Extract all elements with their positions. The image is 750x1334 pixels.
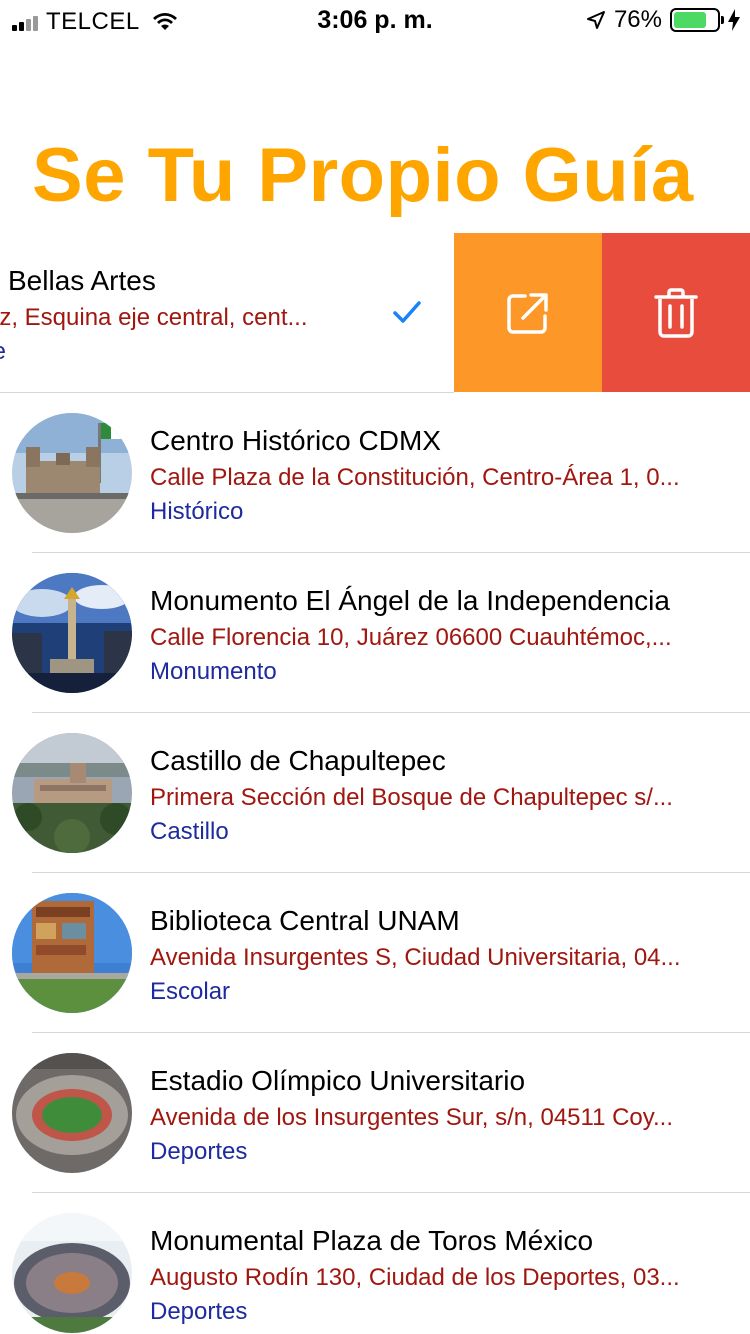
place-texts: Monumental Plaza de Toros México Augusto… — [150, 1223, 745, 1329]
cathedral-photo-icon — [12, 413, 132, 533]
list-item-castillo-chapultepec[interactable]: Castillo de Chapultepec Primera Sección … — [0, 713, 750, 873]
place-thumbnail — [12, 1213, 132, 1333]
place-category: Deportes — [150, 1138, 248, 1165]
battery-icon — [670, 8, 724, 32]
share-action-button[interactable] — [454, 233, 602, 392]
list-item-plaza-toros[interactable]: Monumental Plaza de Toros México Augusto… — [0, 1193, 750, 1334]
list-item-biblioteca-unam[interactable]: Biblioteca Central UNAM Avenida Insurgen… — [0, 873, 750, 1033]
place-address: rez, Esquina eje central, cent... — [0, 304, 308, 331]
place-address: Avenida de los Insurgentes Sur, s/n, 045… — [150, 1104, 673, 1131]
place-texts: Castillo de Chapultepec Primera Sección … — [150, 743, 745, 849]
list-item-angel-independencia[interactable]: Monumento El Ángel de la Independencia C… — [0, 553, 750, 713]
place-texts: Centro Histórico CDMX Calle Plaza de la … — [150, 423, 745, 529]
status-right: 76% — [586, 6, 740, 34]
place-texts: Monumento El Ángel de la Independencia C… — [150, 583, 745, 689]
monument-photo-icon — [12, 573, 132, 693]
places-list[interactable]: Bellas Artes rez, Esquina eje central, c… — [0, 233, 750, 1334]
place-thumbnail — [12, 893, 132, 1013]
list-item-centro-historico[interactable]: Centro Histórico CDMX Calle Plaza de la … — [0, 393, 750, 553]
checkmark-icon — [393, 301, 421, 323]
location-arrow-icon — [586, 11, 605, 29]
place-name: Centro Histórico CDMX — [150, 425, 441, 456]
place-address: Calle Plaza de la Constitución, Centro-Á… — [150, 464, 680, 491]
stadium-photo-icon — [12, 1053, 132, 1173]
place-category: Castillo — [150, 818, 229, 845]
place-category: Escolar — [150, 978, 231, 1005]
place-address: Augusto Rodín 130, Ciudad de los Deporte… — [150, 1264, 680, 1291]
place-category: rte — [0, 335, 378, 369]
place-thumbnail — [12, 733, 132, 853]
place-address: Primera Sección del Bosque de Chapultepe… — [150, 784, 673, 811]
place-name: Estadio Olímpico Universitario — [150, 1065, 526, 1096]
bullring-photo-icon — [12, 1213, 132, 1333]
battery-percentage: 76% — [613, 6, 662, 33]
place-name: Monumento El Ángel de la Independencia — [150, 585, 670, 616]
swiped-row-content[interactable]: Bellas Artes rez, Esquina eje central, c… — [0, 233, 454, 393]
status-bar: TELCEL 3:06 p. m. 76% — [0, 0, 750, 40]
place-thumbnail — [12, 413, 132, 533]
place-address: Avenida Insurgentes S, Ciudad Universita… — [150, 944, 681, 971]
list-item-swiped[interactable]: Bellas Artes rez, Esquina eje central, c… — [0, 233, 750, 393]
place-thumbnail — [12, 573, 132, 693]
share-icon — [507, 292, 548, 334]
place-category: Histórico — [150, 498, 244, 525]
place-texts: Estadio Olímpico Universitario Avenida d… — [150, 1063, 745, 1169]
trash-icon — [654, 287, 698, 338]
place-texts: Biblioteca Central UNAM Avenida Insurgen… — [150, 903, 745, 1009]
place-name: Castillo de Chapultepec — [150, 745, 446, 776]
swiped-row-texts: Bellas Artes rez, Esquina eje central, c… — [0, 263, 378, 369]
place-thumbnail — [12, 1053, 132, 1173]
delete-action-button[interactable] — [602, 233, 750, 392]
library-photo-icon — [12, 893, 132, 1013]
place-name: Biblioteca Central UNAM — [150, 905, 460, 936]
place-category: Monumento — [150, 658, 277, 685]
place-name: Bellas Artes — [8, 265, 156, 296]
place-category: Deportes — [150, 1298, 248, 1325]
place-name: Monumental Plaza de Toros México — [150, 1225, 594, 1256]
page-title: Se Tu Propio Guía — [32, 133, 694, 218]
battery-level-fill — [674, 12, 706, 28]
place-address: Calle Florencia 10, Juárez 06600 Cuauhté… — [150, 624, 672, 651]
charging-bolt-icon — [728, 9, 740, 31]
list-item-estadio-olimpico[interactable]: Estadio Olímpico Universitario Avenida d… — [0, 1033, 750, 1193]
castle-photo-icon — [12, 733, 132, 853]
